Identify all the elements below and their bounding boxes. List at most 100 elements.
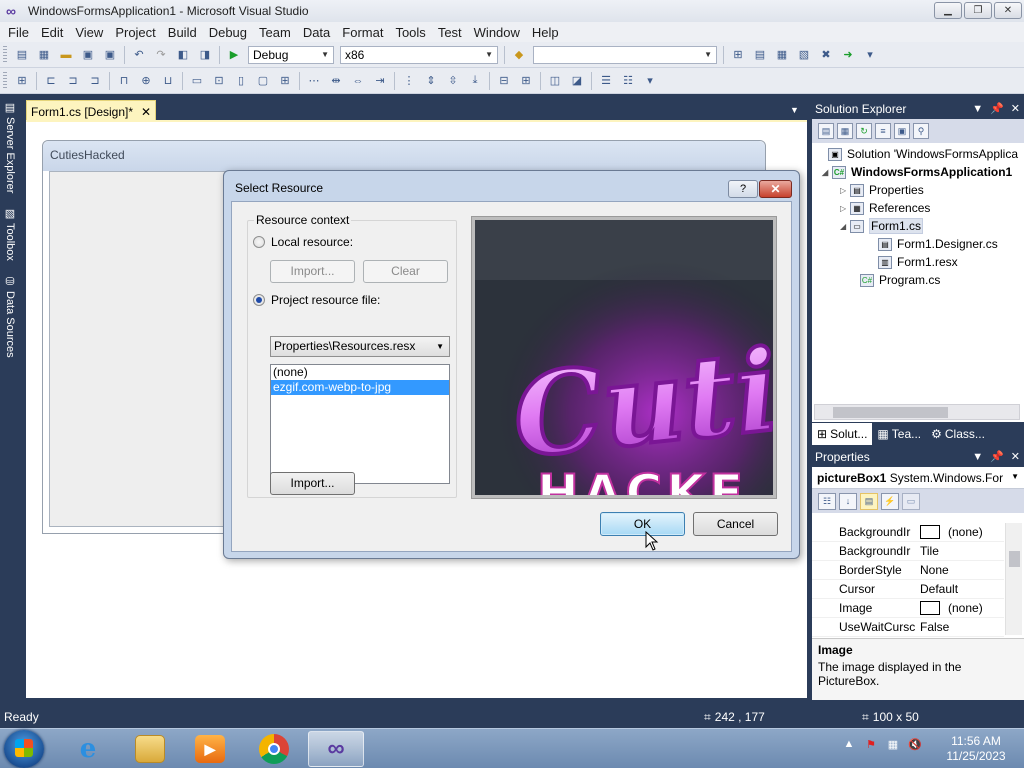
size-to-grid-2-icon[interactable]: ⊞ xyxy=(276,72,294,90)
toolbar-options-icon[interactable]: ▾ xyxy=(641,72,659,90)
resource-file-select[interactable]: Properties\Resources.resx ▼ xyxy=(270,336,450,357)
decrease-vertical-spacing-icon[interactable]: ⇳ xyxy=(444,72,462,90)
solution-platform-combo[interactable]: x86 ▼ xyxy=(340,45,498,64)
align-to-grid-icon[interactable]: ⊞ xyxy=(13,72,31,90)
pin-icon[interactable]: 📌 xyxy=(990,100,1004,119)
align-centers-icon[interactable]: ⊐ xyxy=(64,72,82,90)
solution-explorer-icon[interactable]: ⊞ xyxy=(729,46,747,64)
action-center-icon[interactable]: ⚑ xyxy=(864,737,878,751)
menu-data[interactable]: Data xyxy=(297,25,336,40)
menu-team[interactable]: Team xyxy=(253,25,297,40)
tree-item-form1[interactable]: ◢ ▭ Form1.cs xyxy=(840,217,924,235)
close-panel-icon[interactable]: ✕ xyxy=(1011,448,1020,467)
server-explorer-tab[interactable]: ▤ Server Explorer xyxy=(2,101,18,193)
redo-icon[interactable]: ↷ xyxy=(152,46,170,64)
cancel-button[interactable]: Cancel xyxy=(693,512,778,536)
close-panel-icon[interactable]: ✕ xyxy=(1011,100,1020,119)
horizontal-scrollbar[interactable] xyxy=(814,404,1020,420)
network-icon[interactable]: ▦ xyxy=(886,737,900,751)
taskbar-file-explorer[interactable] xyxy=(122,731,178,767)
menu-project[interactable]: Project xyxy=(109,25,161,40)
property-row[interactable]: Cursor Default xyxy=(812,580,1004,599)
project-resource-option[interactable]: Project resource file: xyxy=(253,293,380,307)
local-resource-option[interactable]: Local resource: xyxy=(253,235,353,249)
tab-team-explorer[interactable]: ▦ Tea... xyxy=(872,423,926,445)
center-horizontally-icon[interactable]: ⊟ xyxy=(495,72,513,90)
start-page-icon[interactable]: ➜ xyxy=(839,46,857,64)
align-rights-icon[interactable]: ⊐ xyxy=(86,72,104,90)
menu-format[interactable]: Format xyxy=(336,25,389,40)
undo-icon[interactable]: ↶ xyxy=(130,46,148,64)
close-window-button[interactable]: ✕ xyxy=(994,2,1022,19)
import-button[interactable]: Import... xyxy=(270,472,355,495)
list-item[interactable]: ezgif.com-webp-to-jpg xyxy=(271,380,449,395)
navigate-forward-icon[interactable]: ◨ xyxy=(196,46,214,64)
show-hidden-icons-icon[interactable]: ▲ xyxy=(842,737,856,751)
local-import-button[interactable]: Import... xyxy=(270,260,355,283)
tab-solution-explorer[interactable]: ⊞ Solut... xyxy=(812,423,873,445)
make-same-width-icon[interactable]: ▭ xyxy=(188,72,206,90)
find-combo[interactable]: ▼ xyxy=(533,45,717,64)
property-row[interactable]: Image (none) xyxy=(812,599,1004,618)
solution-configuration-combo[interactable]: Debug ▼ xyxy=(248,45,334,64)
clock[interactable]: 11:56 AM 11/25/2023 xyxy=(936,734,1016,764)
resource-list[interactable]: (none) ezgif.com-webp-to-jpg xyxy=(270,364,450,484)
help-button[interactable]: ? xyxy=(728,180,758,198)
data-sources-tab[interactable]: ⛁ Data Sources xyxy=(2,275,18,358)
expand-arrow-icon[interactable]: ▷ xyxy=(840,186,850,195)
refresh-icon[interactable]: ↻ xyxy=(856,123,872,139)
menu-edit[interactable]: Edit xyxy=(35,25,69,40)
tab-order-icon[interactable]: ☷ xyxy=(619,72,637,90)
properties-view-icon[interactable]: ▤ xyxy=(860,492,878,510)
save-icon[interactable]: ▣ xyxy=(79,46,97,64)
close-tab-icon[interactable]: ✕ xyxy=(141,105,151,119)
menu-file[interactable]: File xyxy=(2,25,35,40)
make-same-size-icon[interactable]: ▢ xyxy=(254,72,272,90)
remove-horizontal-spacing-icon[interactable]: ⇥ xyxy=(371,72,389,90)
minimize-button[interactable]: ▁ xyxy=(934,2,962,19)
bring-to-front-icon[interactable]: ◫ xyxy=(546,72,564,90)
toolbox-tab[interactable]: ▧ Toolbox xyxy=(2,207,18,261)
panel-menu-icon[interactable]: ▼ xyxy=(972,448,983,467)
tab-form1-design[interactable]: Form1.cs [Design]* ✕ xyxy=(26,100,156,122)
categorized-icon[interactable]: ☷ xyxy=(818,492,836,510)
menu-debug[interactable]: Debug xyxy=(203,25,253,40)
lock-controls-icon[interactable]: ☰ xyxy=(597,72,615,90)
property-row[interactable]: UseWaitCursc False xyxy=(812,618,1004,637)
size-to-grid-icon[interactable]: ⊡ xyxy=(210,72,228,90)
tree-item-program[interactable]: C# Program.cs xyxy=(860,271,940,289)
new-project-icon[interactable]: ▤ xyxy=(13,46,31,64)
vertical-scrollbar[interactable] xyxy=(1005,523,1022,635)
add-item-icon[interactable]: ▦ xyxy=(35,46,53,64)
pin-icon[interactable]: 📌 xyxy=(990,448,1004,467)
make-horizontal-spacing-equal-icon[interactable]: ⋯ xyxy=(305,72,323,90)
taskbar-visual-studio[interactable]: ∞ xyxy=(308,731,364,767)
align-bottoms-icon[interactable]: ⊔ xyxy=(159,72,177,90)
extension-manager-icon[interactable]: ✖ xyxy=(817,46,835,64)
scrollbar-thumb[interactable] xyxy=(833,407,948,418)
tree-item-references[interactable]: ▷ ▦ References xyxy=(840,199,930,217)
object-selector[interactable]: pictureBox1 System.Windows.For ▼ xyxy=(812,467,1024,489)
start-debugging-icon[interactable]: ▶ xyxy=(225,46,243,64)
align-tops-icon[interactable]: ⊓ xyxy=(115,72,133,90)
save-all-icon[interactable]: ▣ xyxy=(101,46,119,64)
list-item[interactable]: (none) xyxy=(271,365,449,380)
panel-menu-icon[interactable]: ▼ xyxy=(972,100,983,119)
tree-item-form1-designer[interactable]: ▤ Form1.Designer.cs xyxy=(878,235,998,253)
class-diagram-icon[interactable]: ⚲ xyxy=(913,123,929,139)
align-middles-icon[interactable]: ⊕ xyxy=(137,72,155,90)
ok-button[interactable]: OK xyxy=(600,512,685,536)
project-resource-radio[interactable] xyxy=(253,294,265,306)
volume-muted-icon[interactable]: 🔇 xyxy=(908,737,922,751)
property-row[interactable]: BackgroundIr (none) xyxy=(812,523,1004,542)
open-file-icon[interactable]: ▬ xyxy=(57,46,75,64)
tab-class-view[interactable]: ⚙ Class... xyxy=(926,423,990,445)
view-code-icon[interactable]: ≡ xyxy=(875,123,891,139)
center-vertically-icon[interactable]: ⊞ xyxy=(517,72,535,90)
collapse-arrow-icon[interactable]: ◢ xyxy=(840,222,850,231)
expand-arrow-icon[interactable]: ▷ xyxy=(840,204,850,213)
property-row[interactable]: BorderStyle None xyxy=(812,561,1004,580)
tree-item-properties[interactable]: ▷ ▤ Properties xyxy=(840,181,924,199)
menu-test[interactable]: Test xyxy=(432,25,468,40)
property-row[interactable]: BackgroundIr Tile xyxy=(812,542,1004,561)
